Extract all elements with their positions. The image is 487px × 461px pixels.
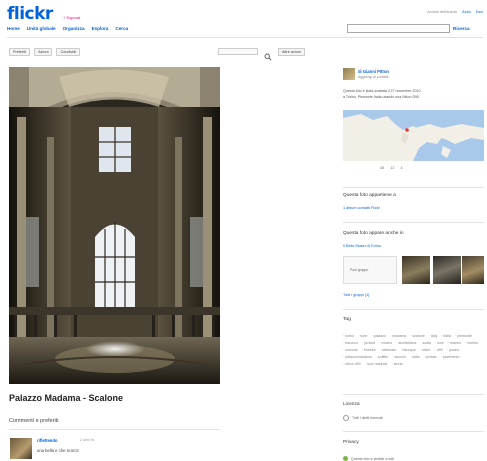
tag-item[interactable]: · palazzo: [371, 334, 386, 338]
main-nav: Home Unità globale Organizza Esplora Cer…: [7, 26, 128, 31]
tag-item[interactable]: · finestre: [362, 348, 376, 352]
sidebar-divider: [343, 222, 484, 223]
tag-item[interactable]: · d90: [435, 348, 443, 352]
tag-item[interactable]: · staircase: [380, 348, 397, 352]
tags-heading: Tag: [343, 317, 351, 322]
tag-item[interactable]: · storia: [392, 362, 403, 366]
tag-item[interactable]: · turin: [358, 334, 367, 338]
tag-item[interactable]: · scala: [420, 341, 431, 345]
tag-item[interactable]: · barocco: [343, 341, 358, 345]
tag-item[interactable]: · stucchi: [392, 355, 405, 359]
main-photo[interactable]: [9, 67, 220, 384]
beta-label: + Esporat: [63, 15, 81, 20]
search-button[interactable]: Ricerca: [453, 26, 470, 31]
owner-avatar[interactable]: [343, 68, 355, 80]
comment-text: una bella e che scorci!: [37, 448, 79, 453]
commenter-name[interactable]: riflettendo: [37, 438, 57, 443]
nav-explore[interactable]: Esplora: [92, 26, 109, 31]
photo-title: Palazzo Madama - Scalone: [9, 393, 124, 403]
sidebar-divider: [343, 187, 484, 188]
header-divider: [7, 37, 483, 38]
tag-item[interactable]: · italia: [441, 334, 451, 338]
photo-toolbar: Preferiti Azioni Condividi: [9, 48, 81, 56]
top-link-signout[interactable]: Esci: [476, 10, 483, 14]
favorites-count: 12: [390, 166, 395, 170]
tag-item[interactable]: · colonne: [343, 348, 358, 352]
tag-item[interactable]: · soffitto: [376, 355, 389, 359]
license-icon: [343, 415, 349, 421]
share-button[interactable]: Condividi: [56, 48, 81, 56]
tag-item[interactable]: · torino: [343, 334, 354, 338]
tag-item[interactable]: · volta: [410, 355, 420, 359]
nav-organize[interactable]: Organizza: [63, 26, 85, 31]
group-thumbnail[interactable]: [433, 256, 461, 284]
tag-item[interactable]: · italy: [429, 334, 438, 338]
top-link-author[interactable]: Accedi dell'autore: [427, 10, 457, 14]
comments-count: 4: [400, 166, 403, 170]
photo-search-input[interactable]: [218, 48, 258, 55]
add-contact-link[interactable]: Aggiungi ai contatti: [358, 75, 388, 79]
commenter-avatar[interactable]: [10, 438, 32, 459]
comment-date: 2 anni fa: [80, 438, 94, 442]
privacy-icon: [343, 456, 348, 461]
tag-item[interactable]: · portale: [423, 355, 436, 359]
sidebar-divider: [343, 309, 484, 310]
tag-item[interactable]: · juvarra: [362, 341, 375, 345]
tag-item[interactable]: · palazzomadama: [343, 355, 372, 359]
actions-button[interactable]: Azioni: [34, 48, 53, 56]
tag-item[interactable]: · scalone: [410, 334, 425, 338]
group-link[interactable]: Il Bello Musei di Torino: [343, 244, 381, 248]
tag-item[interactable]: · nikon d90: [343, 362, 361, 366]
tag-item[interactable]: · marmo: [448, 341, 461, 345]
group-pool-label: Pool gruppo: [350, 268, 369, 272]
privacy-text: Questa foto è visibile a tutti: [351, 456, 395, 461]
albums-link[interactable]: 1 album contatti Flickr: [343, 206, 380, 210]
privacy-row: Questa foto è visibile a tutti: [343, 456, 394, 461]
tag-list: · torino · turin · palazzo · madama · sc…: [343, 333, 484, 368]
license-row[interactable]: Tutti i diritti riservati: [343, 415, 383, 421]
search-icon[interactable]: [264, 48, 272, 61]
nav-search[interactable]: Cerca: [115, 26, 128, 31]
tag-item[interactable]: · baroque: [400, 348, 415, 352]
nav-you[interactable]: Unità globale: [27, 26, 56, 31]
tag-item[interactable]: · madama: [390, 334, 406, 338]
tag-item[interactable]: · luce: [435, 341, 444, 345]
all-groups-link[interactable]: Tutti i gruppi (1): [343, 293, 369, 297]
license-text: Tutti i diritti riservati: [352, 416, 383, 420]
tag-item[interactable]: · interno: [465, 341, 478, 345]
tag-item[interactable]: · luce naturale: [365, 362, 388, 366]
privacy-heading: Privacy: [343, 440, 359, 445]
sidebar-divider: [343, 394, 484, 395]
tag-item[interactable]: · piemonte: [455, 334, 472, 338]
tag-item[interactable]: · pavimento: [441, 355, 460, 359]
favorite-button[interactable]: Preferiti: [9, 48, 31, 56]
albums-heading: Questa foto appartiene a: [343, 193, 396, 198]
groups-heading: Questa foto appare anche in: [343, 231, 404, 236]
group-thumbnail[interactable]: [402, 256, 430, 284]
views-count: 38: [380, 166, 385, 170]
location-map[interactable]: [343, 110, 484, 161]
nav-home[interactable]: Home: [7, 26, 20, 31]
owner-name[interactable]: di Gianni Pitton: [358, 69, 389, 74]
license-heading: Licenza: [343, 402, 360, 407]
sidebar-divider: [343, 431, 484, 432]
top-link-help[interactable]: Aiuto: [462, 10, 471, 14]
tag-item[interactable]: · nikon: [420, 348, 431, 352]
tag-item[interactable]: · juvara: [447, 348, 459, 352]
tag-item[interactable]: · museo: [379, 341, 392, 345]
logo-text: flickr: [7, 4, 53, 24]
taken-info-line-2: a Torino, Piemonte Italia usando una Nik…: [343, 95, 421, 99]
taken-info-line-1: Questa foto è stata scattata il 27 novem…: [343, 89, 421, 93]
comments-heading: Commenti e preferiti: [9, 418, 59, 424]
tag-item[interactable]: · architettura: [396, 341, 416, 345]
comments-divider: [9, 429, 220, 430]
photo-stats: 38 12 4: [380, 166, 403, 170]
flickr-logo[interactable]: flickr: [7, 4, 53, 24]
search-input[interactable]: [347, 24, 450, 33]
group-thumbnail[interactable]: [462, 256, 484, 284]
more-actions-button[interactable]: Altre azioni: [278, 48, 305, 56]
top-links: Accedi dell'autore Aiuto Esci: [427, 10, 483, 14]
